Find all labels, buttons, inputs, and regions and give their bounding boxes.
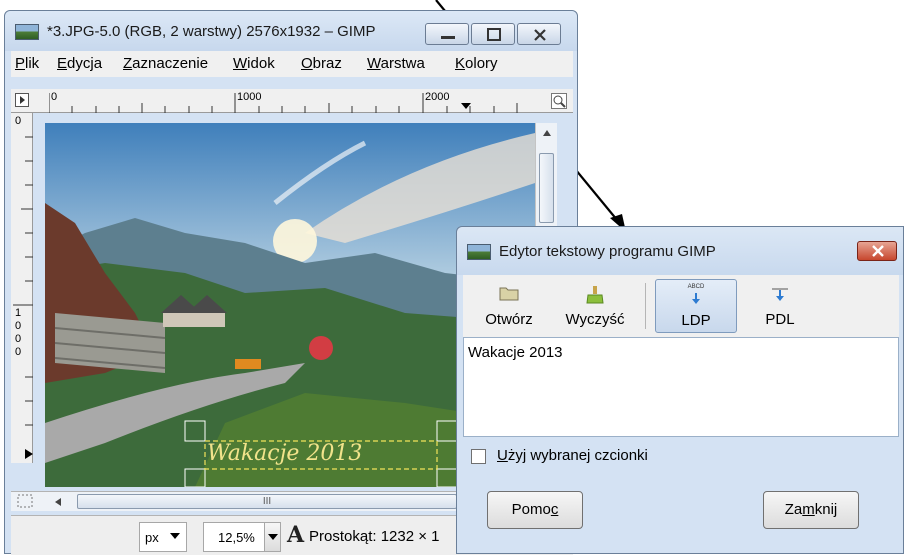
- toolbar-separator: [645, 283, 646, 329]
- text-editor-dialog: Edytor tekstowy programu GIMP Otwórz Wyc…: [456, 226, 904, 554]
- editor-close-button[interactable]: [857, 241, 897, 261]
- rtl-button-label: PDL: [765, 311, 795, 328]
- ruler-left-ticks: [13, 136, 33, 459]
- editor-titlebar: Edytor tekstowy programu GIMP: [457, 227, 903, 275]
- editor-app-icon: [467, 244, 491, 260]
- maximize-icon: [487, 28, 501, 41]
- text-tool-icon: A: [287, 522, 305, 548]
- arrow-left-icon: [772, 288, 788, 301]
- status-info: Prostokąt: 1232 × 1: [309, 528, 440, 545]
- text-input-value: Wakacje 2013: [468, 344, 563, 361]
- navigate-icon[interactable]: [17, 494, 35, 510]
- close-icon: [872, 245, 884, 257]
- zoom-selector[interactable]: 12,5%: [203, 522, 281, 552]
- menu-plik[interactable]: Plik: [15, 55, 39, 72]
- use-font-label: Użyj wybranej czcionki: [507, 447, 648, 464]
- editor-title: Edytor tekstowy programu GIMP: [499, 243, 716, 260]
- use-font-checkbox[interactable]: [471, 449, 486, 464]
- vertical-scroll-thumb[interactable]: [539, 153, 554, 223]
- menu-widok[interactable]: Widok: [233, 55, 275, 72]
- menu-arrow-icon[interactable]: [15, 93, 29, 107]
- ltr-button[interactable]: ABCD LDP: [655, 279, 737, 333]
- unit-selector[interactable]: px: [139, 522, 187, 552]
- open-button[interactable]: Otwórz: [477, 279, 541, 333]
- close-button[interactable]: [517, 23, 561, 45]
- horizontal-scrollbar[interactable]: III: [11, 491, 461, 511]
- folder-icon: [499, 287, 519, 301]
- rtl-button[interactable]: PDL: [739, 279, 821, 333]
- unit-value: px: [145, 530, 159, 545]
- menu-obraz[interactable]: Obraz: [301, 55, 342, 72]
- canvas-text-layer[interactable]: Wakacje 2013: [207, 441, 362, 466]
- ltr-button-label: LDP: [681, 312, 711, 329]
- minimize-icon: [441, 36, 455, 39]
- clear-button-label: Wyczyść: [565, 311, 625, 328]
- menu-zaznaczenie[interactable]: Zaznaczenie: [123, 55, 208, 72]
- open-button-label: Otwórz: [485, 311, 533, 328]
- ruler-top-ticks: [49, 93, 518, 113]
- minimize-button[interactable]: [425, 23, 469, 45]
- ruler-left[interactable]: 0 1 0 0 0: [11, 113, 33, 463]
- zoom-value: 12,5%: [218, 530, 255, 545]
- main-titlebar: *3.JPG-5.0 (RGB, 2 warstwy) 2576x1932 – …: [5, 11, 577, 51]
- menu-warstwa[interactable]: Warstwa: [367, 55, 425, 72]
- menu-kolory[interactable]: Kolory: [455, 55, 498, 72]
- close-dialog-button-label: Zamknij: [784, 501, 838, 518]
- editor-toolbar: Otwórz Wyczyść ABCD LDP PDL: [463, 275, 899, 337]
- close-icon: [534, 29, 546, 41]
- menu-edycja[interactable]: Edycja: [57, 55, 102, 72]
- maximize-button[interactable]: [471, 23, 515, 45]
- zoom-icon[interactable]: [551, 93, 567, 109]
- menu-bar: Plik Edycja Zaznaczenie Widok Obraz Wars…: [11, 51, 573, 77]
- help-button[interactable]: Pomoc: [487, 491, 583, 529]
- close-dialog-button[interactable]: Zamknij: [763, 491, 859, 529]
- clear-button[interactable]: Wyczyść: [559, 279, 631, 333]
- chevron-down-icon: [268, 534, 278, 540]
- scroll-up-icon[interactable]: [536, 123, 558, 143]
- arrow-right-icon: [692, 293, 700, 304]
- main-window-title: *3.JPG-5.0 (RGB, 2 warstwy) 2576x1932 – …: [47, 23, 376, 40]
- help-button-label: Pomoc: [511, 501, 559, 518]
- text-input-area[interactable]: Wakacje 2013: [463, 337, 899, 437]
- zoom-dropdown-button[interactable]: [264, 523, 280, 551]
- horizontal-scroll-thumb[interactable]: III: [77, 494, 457, 509]
- gimp-image-icon: [15, 24, 39, 40]
- broom-icon: [586, 286, 604, 304]
- dropdown-arrow-icon: [170, 533, 180, 539]
- scroll-thumb-grip: III: [262, 496, 272, 507]
- scroll-left-icon[interactable]: [51, 495, 65, 509]
- ruler-top[interactable]: 0 1000 2000: [11, 89, 573, 113]
- ltr-icon-text: ABCD: [687, 284, 705, 290]
